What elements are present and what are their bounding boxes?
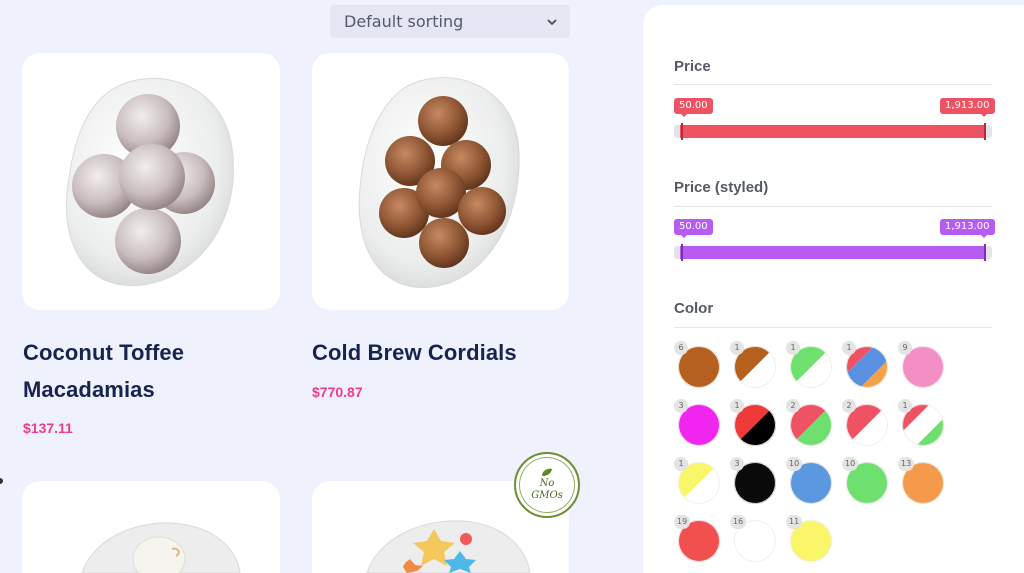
price-min-tooltip: 50.00 [674,98,713,117]
color-swatch-count: 10 [842,457,859,471]
color-swatch-count: 9 [898,341,912,355]
price-styled-filter-title: Price (styled) [674,179,769,196]
price-slider[interactable] [674,123,992,140]
sorting-select[interactable]: Default sorting [330,5,570,38]
product-title-line: Macadamias [23,377,155,402]
color-swatch-count: 16 [730,515,747,529]
color-swatch-count: 10 [786,457,803,471]
divider [674,327,992,328]
sorting-select-value: Default sorting [344,12,464,31]
color-swatch-count: 1 [898,399,912,413]
color-swatch-count: 6 [674,341,688,355]
price-styled-min-tooltip: 50.00 [674,219,713,238]
price-slider-max-handle[interactable] [984,123,986,140]
color-swatch-count: 19 [674,515,691,529]
color-swatch-count: 1 [674,457,688,471]
price-slider-range [680,125,986,138]
price-styled-slider[interactable] [674,244,992,261]
chevron-down-icon [547,18,557,25]
product-title-line: Coconut Toffee [23,340,185,365]
divider [674,206,992,207]
price-styled-slider-max-handle[interactable] [984,244,986,261]
no-gmos-badge: No GMOs [514,452,580,518]
color-swatch-count: 1 [730,399,744,413]
color-swatch-count: 1 [786,341,800,355]
product-title[interactable]: Cold Brew Cordials [312,334,572,371]
price-styled-slider-range [680,246,986,259]
color-swatch-count: 3 [674,399,688,413]
product-image[interactable] [22,481,280,573]
price-slider-min-handle[interactable] [681,123,683,140]
badge-line: No [539,478,555,489]
color-filter-title: Color [674,300,714,317]
edge-marker [0,478,3,484]
color-swatch-count: 13 [898,457,915,471]
price-styled-slider-min-handle[interactable] [681,244,683,261]
color-swatch-count: 3 [730,457,744,471]
color-swatch-count: 2 [786,399,800,413]
product-title[interactable]: Coconut Toffee Macadamias [23,334,283,408]
product-image-coconut-toffee[interactable] [22,53,280,310]
color-swatch-count: 1 [842,341,856,355]
color-swatch-count: 2 [842,399,856,413]
color-swatch-count: 11 [786,515,803,529]
badge-line: GMOs [531,490,563,501]
price-max-tooltip: 1,913.00 [940,98,995,117]
product-price: $137.11 [23,420,73,436]
leaf-icon [542,468,552,476]
price-filter-title: Price [674,58,711,75]
filter-sidebar: Price 50.00 1,913.00 Price (styled) 50.0… [643,5,1024,573]
price-styled-max-tooltip: 1,913.00 [940,219,995,238]
product-price: $770.87 [312,384,363,400]
product-image-cold-brew-cordials[interactable] [312,53,569,310]
color-swatch-count: 1 [730,341,744,355]
divider [674,84,992,85]
